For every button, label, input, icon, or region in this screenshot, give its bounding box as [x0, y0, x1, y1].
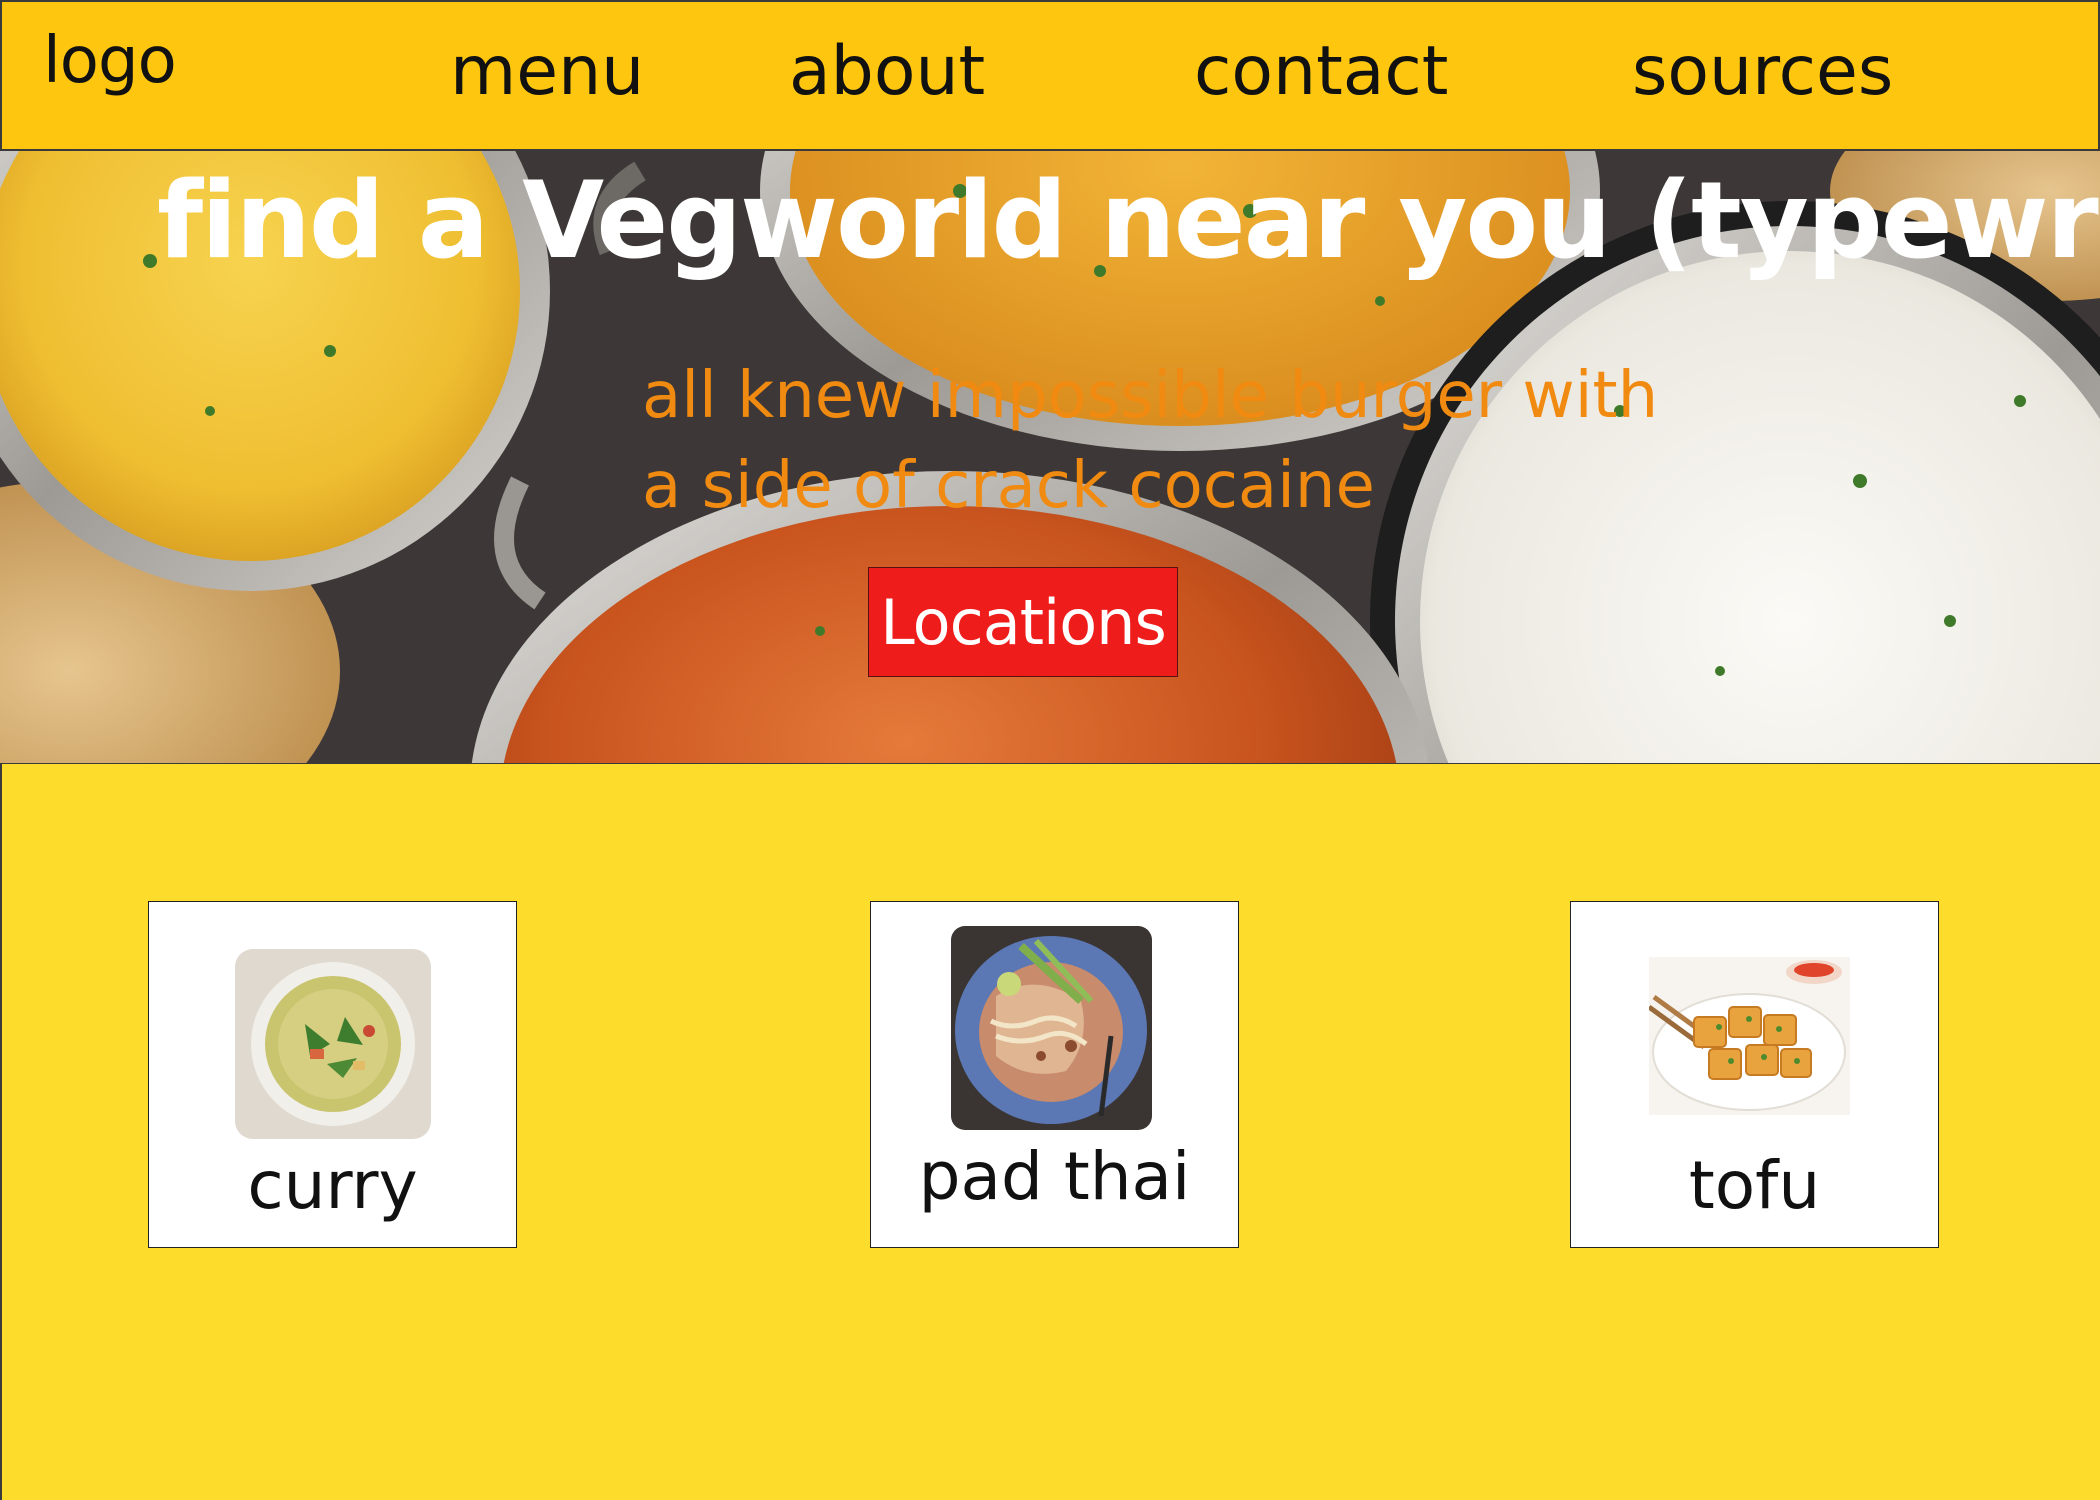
tofu-plate-icon	[1649, 957, 1850, 1115]
hero-tagline-line1: all knew impossible burger with	[642, 359, 1659, 433]
curry-bowl-icon	[235, 949, 431, 1139]
nav-link-sources[interactable]: sources	[1632, 32, 1893, 111]
hero-tagline: all knew impossible burger with a side o…	[642, 351, 1742, 531]
pad-thai-plate-icon	[951, 926, 1152, 1130]
dish-label: tofu	[1688, 1147, 1821, 1224]
nav-link-menu[interactable]: menu	[450, 32, 644, 111]
hero-title: find a Vegworld near you (typewriter)	[157, 159, 2100, 282]
locations-button[interactable]: Locations	[868, 567, 1178, 677]
navbar: logo menu about contact sources	[0, 0, 2100, 151]
dish-label: curry	[247, 1147, 418, 1224]
hero-section: find a Vegworld near you (typewriter) al…	[0, 151, 2100, 763]
nav-link-about[interactable]: about	[789, 32, 985, 111]
dishes-section: curry pad thai tofu	[0, 763, 2100, 1500]
dish-card-curry[interactable]: curry	[148, 901, 517, 1248]
hero-tagline-line2: a side of crack cocaine	[642, 449, 1375, 523]
logo[interactable]: logo	[43, 24, 177, 98]
nav-link-contact[interactable]: contact	[1194, 32, 1448, 111]
dish-label: pad thai	[918, 1138, 1191, 1215]
dish-card-tofu[interactable]: tofu	[1570, 901, 1939, 1248]
page: logo menu about contact sources find a V…	[0, 0, 2100, 1500]
dish-card-pad-thai[interactable]: pad thai	[870, 901, 1239, 1248]
